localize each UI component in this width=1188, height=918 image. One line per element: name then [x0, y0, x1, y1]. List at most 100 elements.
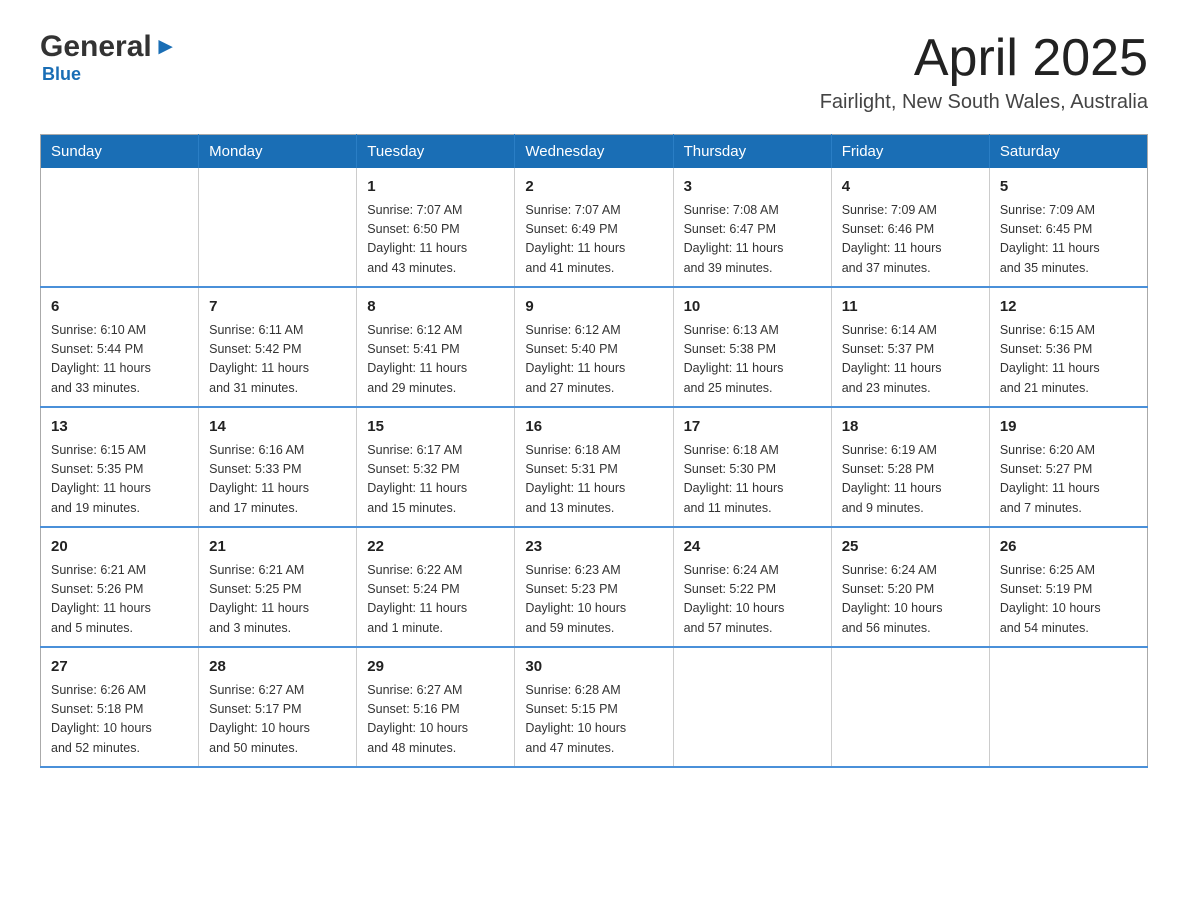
day-number: 8 — [367, 296, 504, 319]
day-number: 29 — [367, 656, 504, 679]
title-area: April 2025 Fairlight, New South Wales, A… — [820, 30, 1148, 114]
day-info: Sunrise: 7:07 AM Sunset: 6:50 PM Dayligh… — [367, 201, 504, 279]
calendar-cell: 5Sunrise: 7:09 AM Sunset: 6:45 PM Daylig… — [989, 168, 1147, 287]
weekday-header-saturday: Saturday — [989, 135, 1147, 169]
day-number: 21 — [209, 536, 346, 559]
calendar-cell: 11Sunrise: 6:14 AM Sunset: 5:37 PM Dayli… — [831, 287, 989, 407]
day-info: Sunrise: 6:24 AM Sunset: 5:20 PM Dayligh… — [842, 561, 979, 639]
day-info: Sunrise: 7:08 AM Sunset: 6:47 PM Dayligh… — [684, 201, 821, 279]
calendar-cell: 24Sunrise: 6:24 AM Sunset: 5:22 PM Dayli… — [673, 527, 831, 647]
day-number: 6 — [51, 296, 188, 319]
day-number: 5 — [1000, 176, 1137, 199]
weekday-header-row: SundayMondayTuesdayWednesdayThursdayFrid… — [41, 135, 1148, 169]
calendar-cell: 29Sunrise: 6:27 AM Sunset: 5:16 PM Dayli… — [357, 647, 515, 767]
calendar-cell: 23Sunrise: 6:23 AM Sunset: 5:23 PM Dayli… — [515, 527, 673, 647]
day-info: Sunrise: 6:15 AM Sunset: 5:36 PM Dayligh… — [1000, 321, 1137, 399]
day-number: 20 — [51, 536, 188, 559]
day-info: Sunrise: 6:21 AM Sunset: 5:26 PM Dayligh… — [51, 561, 188, 639]
weekday-header-friday: Friday — [831, 135, 989, 169]
day-number: 16 — [525, 416, 662, 439]
calendar-cell: 19Sunrise: 6:20 AM Sunset: 5:27 PM Dayli… — [989, 407, 1147, 527]
day-info: Sunrise: 6:26 AM Sunset: 5:18 PM Dayligh… — [51, 681, 188, 759]
day-info: Sunrise: 6:10 AM Sunset: 5:44 PM Dayligh… — [51, 321, 188, 399]
day-info: Sunrise: 6:12 AM Sunset: 5:41 PM Dayligh… — [367, 321, 504, 399]
calendar-cell — [199, 168, 357, 287]
weekday-header-tuesday: Tuesday — [357, 135, 515, 169]
weekday-header-wednesday: Wednesday — [515, 135, 673, 169]
calendar-cell: 15Sunrise: 6:17 AM Sunset: 5:32 PM Dayli… — [357, 407, 515, 527]
calendar-cell: 2Sunrise: 7:07 AM Sunset: 6:49 PM Daylig… — [515, 168, 673, 287]
weekday-header-thursday: Thursday — [673, 135, 831, 169]
day-number: 24 — [684, 536, 821, 559]
calendar-cell — [41, 168, 199, 287]
day-info: Sunrise: 7:09 AM Sunset: 6:45 PM Dayligh… — [1000, 201, 1137, 279]
calendar-cell: 17Sunrise: 6:18 AM Sunset: 5:30 PM Dayli… — [673, 407, 831, 527]
weekday-header-monday: Monday — [199, 135, 357, 169]
day-info: Sunrise: 6:22 AM Sunset: 5:24 PM Dayligh… — [367, 561, 504, 639]
logo-arrow-icon: ► — [154, 35, 178, 59]
day-info: Sunrise: 6:14 AM Sunset: 5:37 PM Dayligh… — [842, 321, 979, 399]
day-number: 2 — [525, 176, 662, 199]
week-row-1: 1Sunrise: 7:07 AM Sunset: 6:50 PM Daylig… — [41, 168, 1148, 287]
location-subtitle: Fairlight, New South Wales, Australia — [820, 91, 1148, 114]
day-number: 3 — [684, 176, 821, 199]
day-number: 1 — [367, 176, 504, 199]
day-info: Sunrise: 6:27 AM Sunset: 5:17 PM Dayligh… — [209, 681, 346, 759]
calendar-cell: 10Sunrise: 6:13 AM Sunset: 5:38 PM Dayli… — [673, 287, 831, 407]
calendar-cell: 3Sunrise: 7:08 AM Sunset: 6:47 PM Daylig… — [673, 168, 831, 287]
day-info: Sunrise: 6:23 AM Sunset: 5:23 PM Dayligh… — [525, 561, 662, 639]
calendar-cell — [831, 647, 989, 767]
day-number: 10 — [684, 296, 821, 319]
week-row-2: 6Sunrise: 6:10 AM Sunset: 5:44 PM Daylig… — [41, 287, 1148, 407]
day-number: 26 — [1000, 536, 1137, 559]
day-info: Sunrise: 6:19 AM Sunset: 5:28 PM Dayligh… — [842, 441, 979, 519]
calendar-cell: 1Sunrise: 7:07 AM Sunset: 6:50 PM Daylig… — [357, 168, 515, 287]
day-number: 22 — [367, 536, 504, 559]
month-title: April 2025 — [820, 30, 1148, 87]
day-info: Sunrise: 7:09 AM Sunset: 6:46 PM Dayligh… — [842, 201, 979, 279]
day-info: Sunrise: 6:25 AM Sunset: 5:19 PM Dayligh… — [1000, 561, 1137, 639]
calendar-cell: 4Sunrise: 7:09 AM Sunset: 6:46 PM Daylig… — [831, 168, 989, 287]
calendar-cell — [989, 647, 1147, 767]
day-number: 13 — [51, 416, 188, 439]
logo: General ► Blue — [40, 30, 178, 85]
day-number: 7 — [209, 296, 346, 319]
calendar-cell: 22Sunrise: 6:22 AM Sunset: 5:24 PM Dayli… — [357, 527, 515, 647]
day-number: 12 — [1000, 296, 1137, 319]
day-info: Sunrise: 6:12 AM Sunset: 5:40 PM Dayligh… — [525, 321, 662, 399]
day-number: 17 — [684, 416, 821, 439]
calendar-cell: 13Sunrise: 6:15 AM Sunset: 5:35 PM Dayli… — [41, 407, 199, 527]
logo-blue-text: Blue — [42, 64, 81, 84]
weekday-header-sunday: Sunday — [41, 135, 199, 169]
day-info: Sunrise: 6:11 AM Sunset: 5:42 PM Dayligh… — [209, 321, 346, 399]
week-row-5: 27Sunrise: 6:26 AM Sunset: 5:18 PM Dayli… — [41, 647, 1148, 767]
calendar-cell: 7Sunrise: 6:11 AM Sunset: 5:42 PM Daylig… — [199, 287, 357, 407]
calendar-cell: 25Sunrise: 6:24 AM Sunset: 5:20 PM Dayli… — [831, 527, 989, 647]
week-row-3: 13Sunrise: 6:15 AM Sunset: 5:35 PM Dayli… — [41, 407, 1148, 527]
day-info: Sunrise: 6:28 AM Sunset: 5:15 PM Dayligh… — [525, 681, 662, 759]
day-info: Sunrise: 6:20 AM Sunset: 5:27 PM Dayligh… — [1000, 441, 1137, 519]
day-number: 11 — [842, 296, 979, 319]
calendar-cell: 21Sunrise: 6:21 AM Sunset: 5:25 PM Dayli… — [199, 527, 357, 647]
calendar-cell: 9Sunrise: 6:12 AM Sunset: 5:40 PM Daylig… — [515, 287, 673, 407]
day-info: Sunrise: 6:17 AM Sunset: 5:32 PM Dayligh… — [367, 441, 504, 519]
calendar-table: SundayMondayTuesdayWednesdayThursdayFrid… — [40, 134, 1148, 768]
page-header: General ► Blue April 2025 Fairlight, New… — [40, 30, 1148, 114]
calendar-cell: 18Sunrise: 6:19 AM Sunset: 5:28 PM Dayli… — [831, 407, 989, 527]
calendar-cell: 6Sunrise: 6:10 AM Sunset: 5:44 PM Daylig… — [41, 287, 199, 407]
day-number: 14 — [209, 416, 346, 439]
day-number: 15 — [367, 416, 504, 439]
calendar-cell: 16Sunrise: 6:18 AM Sunset: 5:31 PM Dayli… — [515, 407, 673, 527]
day-number: 4 — [842, 176, 979, 199]
day-info: Sunrise: 6:18 AM Sunset: 5:31 PM Dayligh… — [525, 441, 662, 519]
day-info: Sunrise: 6:16 AM Sunset: 5:33 PM Dayligh… — [209, 441, 346, 519]
calendar-cell: 20Sunrise: 6:21 AM Sunset: 5:26 PM Dayli… — [41, 527, 199, 647]
day-number: 19 — [1000, 416, 1137, 439]
calendar-cell: 28Sunrise: 6:27 AM Sunset: 5:17 PM Dayli… — [199, 647, 357, 767]
day-info: Sunrise: 6:21 AM Sunset: 5:25 PM Dayligh… — [209, 561, 346, 639]
calendar-cell: 30Sunrise: 6:28 AM Sunset: 5:15 PM Dayli… — [515, 647, 673, 767]
calendar-cell: 27Sunrise: 6:26 AM Sunset: 5:18 PM Dayli… — [41, 647, 199, 767]
calendar-cell: 8Sunrise: 6:12 AM Sunset: 5:41 PM Daylig… — [357, 287, 515, 407]
week-row-4: 20Sunrise: 6:21 AM Sunset: 5:26 PM Dayli… — [41, 527, 1148, 647]
calendar-cell: 26Sunrise: 6:25 AM Sunset: 5:19 PM Dayli… — [989, 527, 1147, 647]
